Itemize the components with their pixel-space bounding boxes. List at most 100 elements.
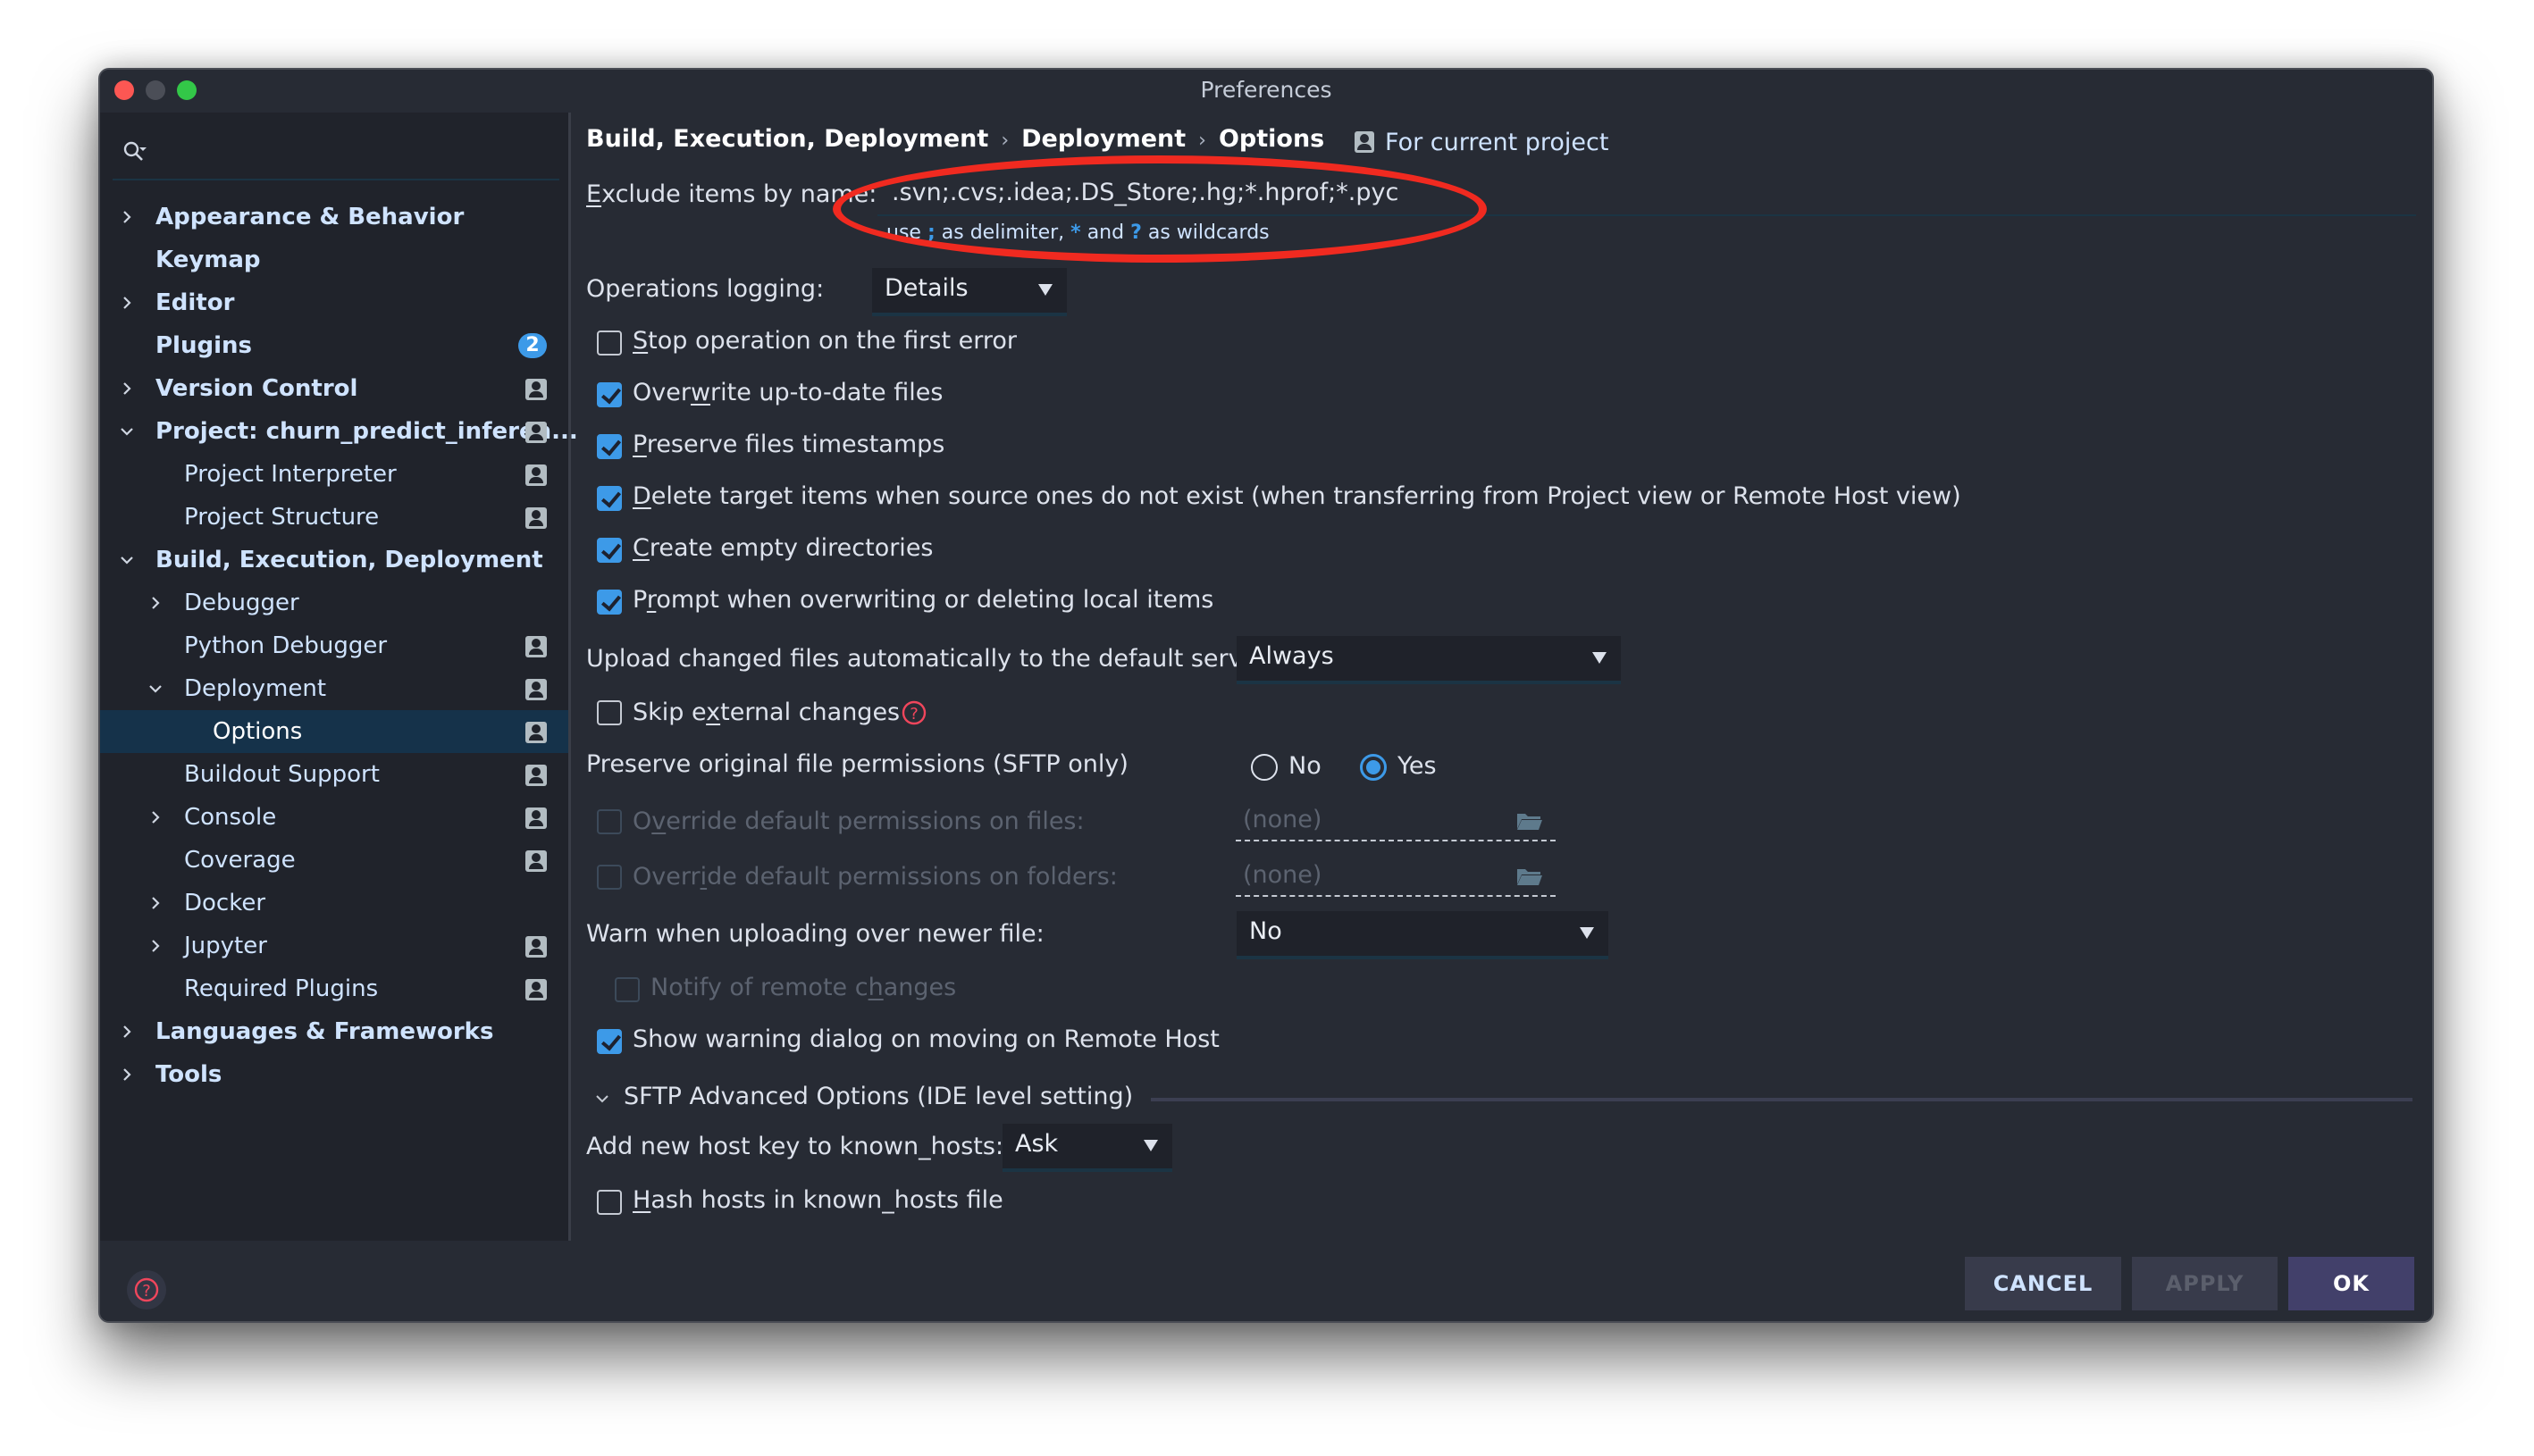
preserve-permissions-yes-radio[interactable] bbox=[1360, 754, 1387, 781]
breadcrumb-separator: › bbox=[1198, 130, 1206, 152]
ok-button[interactable]: OK bbox=[2288, 1257, 2414, 1310]
preserve-timestamps-label: Preserve files timestamps bbox=[633, 431, 944, 458]
chevron-down-icon bbox=[1038, 284, 1053, 296]
label-text: reate empty directories bbox=[649, 534, 934, 562]
help-icon[interactable]: ? bbox=[901, 699, 927, 727]
hash-hosts-label: Hash hosts in known_hosts file bbox=[633, 1186, 1003, 1214]
label-text: top operation on the first error bbox=[648, 327, 1017, 355]
sftp-section-title[interactable]: SFTP Advanced Options (IDE level setting… bbox=[624, 1083, 1133, 1110]
dropdown-value: No bbox=[1249, 917, 1282, 945]
cancel-button[interactable]: CANCEL bbox=[1965, 1257, 2121, 1310]
folder-icon[interactable] bbox=[1516, 866, 1543, 886]
breadcrumb-item: Deployment bbox=[1021, 125, 1187, 153]
folder-permissions-field[interactable]: (none) bbox=[1236, 858, 1556, 897]
scope-indicator: For current project bbox=[1355, 129, 1608, 156]
dropdown-value: Ask bbox=[1015, 1130, 1059, 1158]
hint-wildcard-question: ? bbox=[1130, 222, 1142, 244]
svg-text:?: ? bbox=[910, 705, 919, 724]
exclude-items-input[interactable]: .svn;.cvs;.idea;.DS_Store;.hg;*.hprof;*.… bbox=[877, 175, 2416, 216]
notify-remote-checkbox[interactable] bbox=[615, 977, 640, 1002]
options-panel: Build, Execution, Deployment › Deployment ›… bbox=[100, 70, 2432, 1241]
upload-mode-dropdown[interactable]: Always bbox=[1237, 636, 1621, 684]
radio-label-yes: Yes bbox=[1397, 752, 1437, 780]
prompt-overwrite-local-checkbox[interactable] bbox=[597, 590, 622, 615]
delete-target-items-checkbox[interactable] bbox=[597, 486, 622, 511]
label-text: elete target items when source ones do n… bbox=[650, 482, 1961, 510]
folder-icon[interactable] bbox=[1516, 811, 1543, 831]
chevron-down-icon[interactable] bbox=[593, 1090, 611, 1108]
mnemonic: H bbox=[633, 1186, 651, 1214]
override-folders-label: Override default permissions on folders: bbox=[633, 863, 1118, 891]
mnemonic: S bbox=[633, 327, 649, 355]
override-folders-checkbox[interactable] bbox=[597, 865, 622, 890]
file-permissions-field[interactable]: (none) bbox=[1236, 802, 1556, 841]
hint-text: as delimiter, bbox=[941, 222, 1065, 244]
overwrite-up-to-date-checkbox[interactable] bbox=[597, 382, 622, 407]
breadcrumb-item: Options bbox=[1218, 125, 1325, 153]
override-files-checkbox[interactable] bbox=[597, 809, 622, 834]
stop-on-error-label: Stop operation on the first error bbox=[633, 327, 1017, 355]
scope-label: For current project bbox=[1385, 129, 1609, 156]
label-text: Over bbox=[633, 379, 691, 406]
mnemonic: P bbox=[633, 431, 647, 458]
exclude-label: Exclude items by name: bbox=[586, 180, 877, 208]
chevron-down-icon bbox=[1580, 927, 1594, 939]
chevron-down-icon bbox=[1144, 1140, 1158, 1151]
create-empty-dirs-checkbox[interactable] bbox=[597, 538, 622, 563]
exclude-hint: use ; as delimiter, * and ? as wildcards bbox=[886, 222, 1270, 244]
warn-newer-dropdown[interactable]: No bbox=[1237, 911, 1608, 959]
skip-external-label: Skip external changes bbox=[633, 699, 900, 726]
help-button[interactable]: ? bbox=[127, 1270, 166, 1310]
warn-newer-label: Warn when uploading over newer file: bbox=[586, 920, 1045, 948]
label-text: ternal changes bbox=[720, 699, 901, 726]
preserve-timestamps-checkbox[interactable] bbox=[597, 434, 622, 459]
label-text: ash hosts in known_hosts file bbox=[650, 1186, 1003, 1214]
skip-external-checkbox[interactable] bbox=[597, 700, 622, 725]
svg-text:?: ? bbox=[142, 1282, 151, 1301]
hint-delimiter: ; bbox=[927, 222, 936, 244]
mnemonic: w bbox=[690, 379, 711, 406]
label-text: rite up-to-date files bbox=[710, 379, 944, 406]
help-icon: ? bbox=[134, 1277, 159, 1302]
dropdown-value: Always bbox=[1249, 642, 1334, 670]
hint-wildcard-star: * bbox=[1070, 222, 1081, 244]
mnemonic: i bbox=[700, 863, 708, 891]
field-value: (none) bbox=[1243, 861, 1322, 889]
override-files-label: Override default permissions on files: bbox=[633, 807, 1085, 835]
field-value: (none) bbox=[1243, 806, 1322, 833]
mnemonic: C bbox=[633, 534, 650, 562]
label-text: ompt when overwriting or deleting local … bbox=[656, 586, 1214, 614]
dropdown-value: Details bbox=[885, 274, 969, 302]
label-text: anges bbox=[883, 974, 957, 1001]
create-empty-dirs-label: Create empty directories bbox=[633, 534, 934, 562]
label-text: de default permissions on folders: bbox=[707, 863, 1118, 891]
mnemonic: v bbox=[651, 807, 667, 835]
mnemonic: x bbox=[706, 699, 721, 726]
show-warning-checkbox[interactable] bbox=[597, 1029, 622, 1054]
operations-logging-dropdown[interactable]: Details bbox=[872, 268, 1067, 316]
hint-text: as wildcards bbox=[1147, 222, 1270, 244]
radio-label-no: No bbox=[1288, 752, 1322, 780]
label-text: Overr bbox=[633, 863, 701, 891]
stop-on-error-checkbox[interactable] bbox=[597, 331, 622, 356]
breadcrumb-separator: › bbox=[1001, 130, 1010, 152]
label-text: reserve files timestamps bbox=[646, 431, 945, 458]
label-text: O bbox=[633, 807, 652, 835]
section-divider bbox=[1151, 1098, 2412, 1101]
preserve-permissions-no-radio[interactable] bbox=[1251, 754, 1278, 781]
hint-text: use bbox=[886, 222, 921, 244]
hint-text: and bbox=[1087, 222, 1125, 244]
add-host-key-dropdown[interactable]: Ask bbox=[1003, 1124, 1172, 1172]
breadcrumb: Build, Execution, Deployment › Deployment ›… bbox=[586, 125, 1324, 153]
breadcrumb-item: Build, Execution, Deployment bbox=[586, 125, 989, 153]
label-text: erride default permissions on files: bbox=[666, 807, 1085, 835]
apply-button[interactable]: APPLY bbox=[2132, 1257, 2278, 1310]
delete-target-items-label: Delete target items when source ones do … bbox=[633, 482, 1961, 510]
hash-hosts-checkbox[interactable] bbox=[597, 1190, 622, 1215]
notify-remote-label: Notify of remote changes bbox=[650, 974, 956, 1001]
operations-logging-label: Operations logging: bbox=[586, 275, 825, 303]
mnemonic: h bbox=[868, 974, 884, 1001]
chevron-down-icon bbox=[1592, 652, 1607, 664]
mnemonic: D bbox=[633, 482, 651, 510]
label-text: Skip e bbox=[633, 699, 707, 726]
